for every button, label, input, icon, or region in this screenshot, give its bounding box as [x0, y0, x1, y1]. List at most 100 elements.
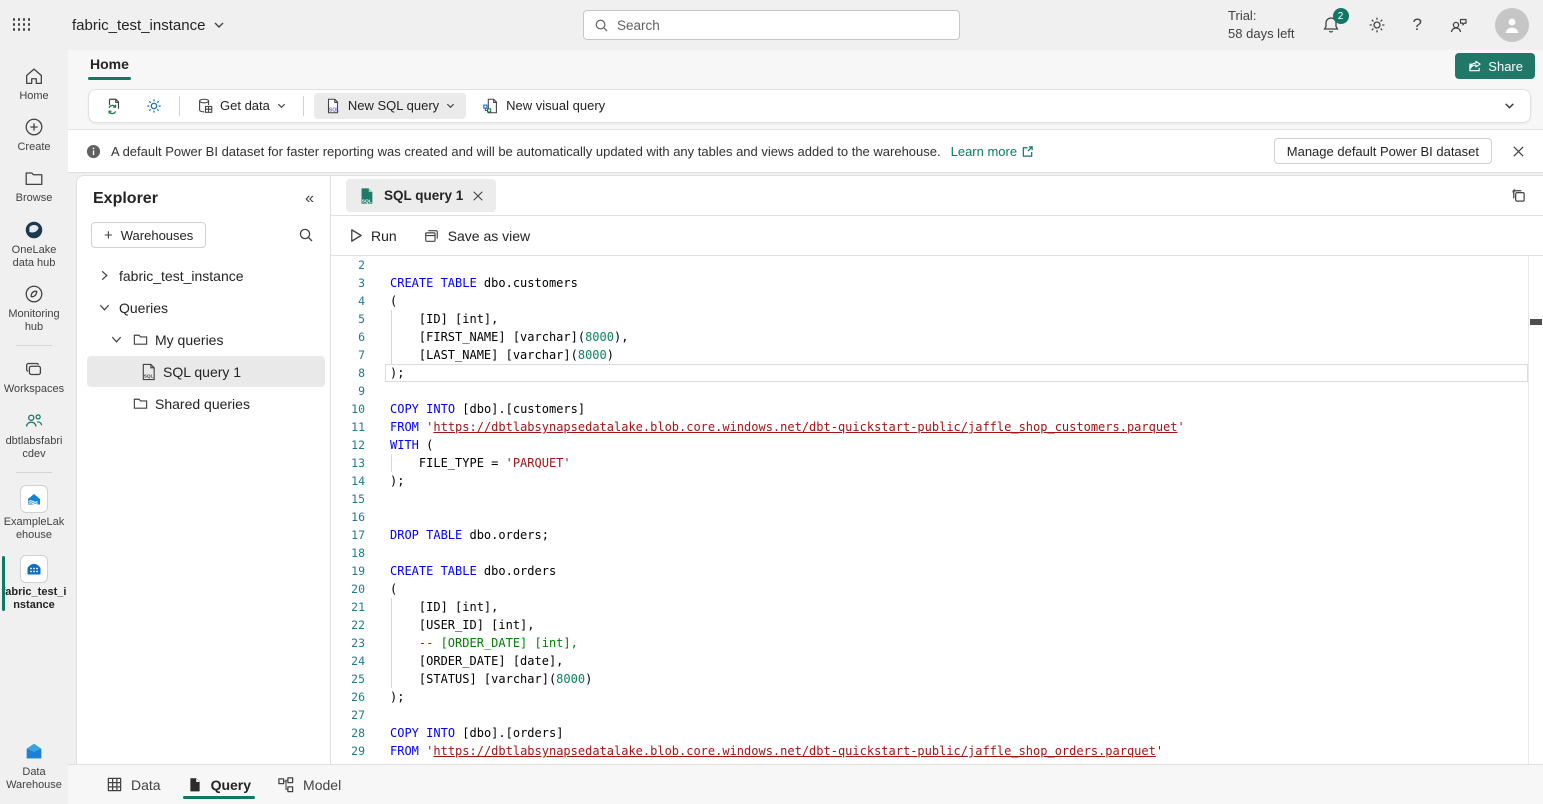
code-line[interactable]: 4(	[331, 292, 1543, 310]
code-line[interactable]: 26);	[331, 688, 1543, 706]
code-line[interactable]: 24 [ORDER_DATE] [date],	[331, 652, 1543, 670]
account-avatar[interactable]	[1495, 8, 1529, 42]
chevron-down-icon[interactable]	[95, 301, 113, 314]
editor-overview-ruler[interactable]	[1528, 256, 1543, 764]
learn-more-link[interactable]: Learn more	[951, 144, 1034, 159]
manage-dataset-button[interactable]: Manage default Power BI dataset	[1274, 138, 1492, 164]
app-launcher-icon[interactable]	[0, 0, 44, 50]
code-line[interactable]: 9	[331, 382, 1543, 400]
code-line[interactable]: 10COPY INTO [dbo].[customers]	[331, 400, 1543, 418]
settings-gear-button[interactable]	[139, 93, 169, 119]
tree-item-queries[interactable]: Queries	[87, 292, 325, 323]
sidebar-item-examplelakehouse[interactable]: ExampleLakehouse	[0, 478, 68, 548]
code-line[interactable]: 19CREATE TABLE dbo.orders	[331, 562, 1543, 580]
line-number: 28	[331, 726, 365, 740]
view-tab-model[interactable]: Model	[271, 765, 347, 804]
code-line[interactable]: 7 [LAST_NAME] [varchar](8000)	[331, 346, 1543, 364]
workspace-name: fabric_test_instance	[72, 17, 205, 34]
code-line[interactable]: 28COPY INTO [dbo].[orders]	[331, 724, 1543, 742]
query-editor: SQL SQL query 1	[331, 176, 1543, 764]
sidebar-item-label: Create	[17, 141, 50, 154]
feedback-button[interactable]	[1448, 15, 1469, 35]
plus-icon: +	[104, 228, 113, 243]
code-line[interactable]: 16	[331, 508, 1543, 526]
run-button[interactable]: Run	[349, 228, 397, 244]
new-visual-query-button[interactable]: New visual query	[476, 93, 611, 119]
share-button[interactable]: Share	[1455, 53, 1535, 79]
code-line[interactable]: 12WITH (	[331, 436, 1543, 454]
code-line[interactable]: 25 [STATUS] [varchar](8000)	[331, 670, 1543, 688]
line-number: 8	[331, 366, 365, 380]
code-line[interactable]: 2	[331, 256, 1543, 274]
code-line[interactable]: 27	[331, 706, 1543, 724]
code-line[interactable]: 15	[331, 490, 1543, 508]
sidebar-item-browse[interactable]: Browse	[0, 160, 68, 211]
create-icon	[23, 116, 45, 138]
tree-item-fabric-test-instance[interactable]: fabric_test_instance	[87, 260, 325, 291]
code-line[interactable]: 21 [ID] [int],	[331, 598, 1543, 616]
document-refresh-icon	[105, 97, 123, 115]
query-view-icon	[187, 776, 203, 794]
visual-query-icon	[482, 97, 500, 115]
line-number: 27	[331, 708, 365, 722]
search-input[interactable]	[617, 18, 949, 33]
code-line[interactable]: 6 [FIRST_NAME] [varchar](8000),	[331, 328, 1543, 346]
refresh-document-button[interactable]	[99, 93, 129, 119]
tab-home[interactable]: Home	[88, 52, 131, 80]
tree-item-my-queries[interactable]: My queries	[87, 324, 325, 355]
chevron-down-icon[interactable]	[107, 333, 125, 346]
chevron-right-icon[interactable]	[95, 269, 113, 282]
code-line[interactable]: 22 [USER_ID] [int],	[331, 616, 1543, 634]
copy-icon[interactable]	[1506, 183, 1531, 208]
sidebar-item-workspaces[interactable]: Workspaces	[0, 351, 68, 402]
help-button[interactable]: ?	[1413, 15, 1422, 35]
code-line[interactable]: 18	[331, 544, 1543, 562]
toolbar-divider	[303, 96, 304, 116]
sidebar-item-fabric-test-instance[interactable]: fabric_test_instance	[0, 548, 68, 618]
code-line[interactable]: 5 [ID] [int],	[331, 310, 1543, 328]
code-text: );	[390, 690, 404, 704]
new-sql-query-button[interactable]: SQL New SQL query	[314, 93, 466, 119]
sidebar-item-create[interactable]: Create	[0, 109, 68, 160]
line-number: 17	[331, 528, 365, 542]
code-line[interactable]: 8);	[331, 364, 1543, 382]
code-line[interactable]: 17DROP TABLE dbo.orders;	[331, 526, 1543, 544]
explorer-search-icon[interactable]	[298, 227, 314, 243]
code-text: [ORDER_DATE] [date],	[390, 654, 563, 668]
workspace-switcher[interactable]: fabric_test_instance	[72, 17, 225, 34]
code-line[interactable]: 14);	[331, 472, 1543, 490]
banner-close-icon[interactable]	[1512, 145, 1525, 158]
add-warehouses-button[interactable]: + Warehouses	[91, 222, 206, 248]
database-icon	[196, 97, 214, 115]
sidebar-item-onelakedata-hub[interactable]: OneLakedata hub	[0, 212, 68, 276]
code-line[interactable]: 20(	[331, 580, 1543, 598]
code-line[interactable]: 3CREATE TABLE dbo.customers	[331, 274, 1543, 292]
ribbon-collapse-chevron[interactable]	[1499, 95, 1520, 116]
gear-icon	[1367, 15, 1387, 35]
notifications-button[interactable]: 2	[1321, 15, 1341, 35]
collapse-panel-icon[interactable]: «	[305, 190, 314, 208]
settings-button[interactable]	[1367, 15, 1387, 35]
view-tab-query[interactable]: Query	[181, 765, 257, 804]
tree-item-shared-queries[interactable]: Shared queries	[87, 388, 325, 419]
tab-close-icon[interactable]	[472, 190, 484, 202]
code-line[interactable]: 23 -- [ORDER_DATE] [int],	[331, 634, 1543, 652]
line-number: 3	[331, 276, 365, 290]
get-data-button[interactable]: Get data	[190, 93, 293, 119]
code-line[interactable]: 13 FILE_TYPE = 'PARQUET'	[331, 454, 1543, 472]
code-text: FROM 'https://dbtlabsynapsedatalake.blob…	[390, 744, 1163, 758]
sidebar-item-label: Workspaces	[4, 383, 64, 396]
code-line[interactable]: 11FROM 'https://dbtlabsynapsedatalake.bl…	[331, 418, 1543, 436]
tab-sql-query-1[interactable]: SQL SQL query 1	[346, 179, 496, 212]
sidebar-item-dbtlabsfabricdev[interactable]: dbtlabsfabricdev	[0, 403, 68, 467]
share-icon	[1467, 59, 1482, 73]
global-search[interactable]	[583, 10, 960, 40]
sidebar-item-home[interactable]: Home	[0, 58, 68, 109]
view-tab-data[interactable]: Data	[100, 765, 167, 804]
code-line[interactable]: 29FROM 'https://dbtlabsynapsedatalake.bl…	[331, 742, 1543, 760]
tree-item-sql-query-1[interactable]: SQLSQL query 1	[87, 356, 325, 387]
save-as-view-button[interactable]: Save as view	[423, 228, 530, 244]
sql-code-editor[interactable]: 23CREATE TABLE dbo.customers4(5 [ID] [in…	[331, 256, 1543, 764]
sidebar-item-monitoringhub[interactable]: Monitoringhub	[0, 276, 68, 340]
sidebar-item-datawarehouse[interactable]: DataWarehouse	[0, 734, 68, 804]
